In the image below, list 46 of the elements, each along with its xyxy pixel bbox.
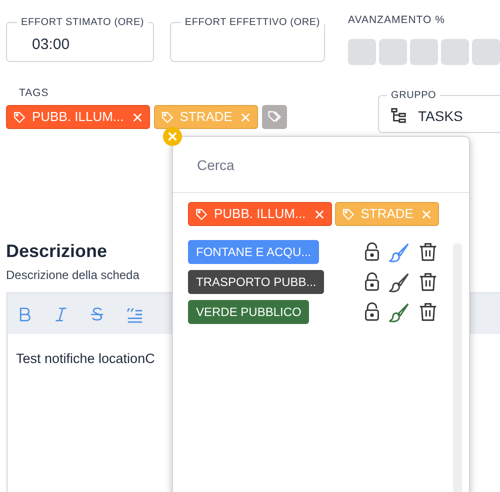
strikethrough-icon[interactable] — [90, 306, 104, 322]
trash-icon[interactable] — [419, 302, 437, 322]
tag-label: PUBB. ILLUM... — [214, 205, 306, 224]
tag-option[interactable]: FONTANE E ACQU... — [188, 240, 320, 264]
group-field[interactable]: GRUPPO TASKS — [378, 88, 500, 133]
tag-icon — [195, 208, 208, 220]
paintbrush-icon[interactable] — [389, 302, 410, 322]
remove-icon[interactable] — [314, 208, 325, 220]
section-subtitle: Descrizione della scheda — [6, 267, 140, 284]
input-field[interactable]: EFFORT STIMATO (ORE) 03:00 — [6, 15, 154, 62]
padlock-icon[interactable] — [364, 302, 380, 322]
progress-label: AVANZAMENTO % — [348, 13, 446, 28]
editor-text: Test notifiche locationC — [16, 351, 155, 366]
tag-option[interactable]: TRASPORTO PUBB... — [188, 270, 324, 294]
bold-icon[interactable] — [18, 306, 32, 322]
input-field[interactable]: EFFORT EFFETTIVO (ORE) — [170, 15, 325, 62]
tag-icon — [13, 110, 26, 124]
field-label: EFFORT STIMATO (ORE) — [20, 16, 146, 30]
tree-icon — [390, 107, 407, 124]
tag-label: PUBB. ILLUM... — [32, 108, 124, 126]
padlock-icon[interactable] — [364, 272, 380, 292]
field-label: GRUPPO — [390, 89, 438, 103]
remove-icon[interactable] — [240, 112, 252, 122]
tag-label: STRADE — [360, 205, 414, 224]
tag-icon — [160, 110, 174, 124]
trash-icon[interactable] — [419, 272, 437, 292]
tag-label: STRADE — [180, 108, 232, 126]
remove-icon[interactable] — [421, 208, 432, 220]
tags-icon — [266, 110, 283, 124]
field-value: 03:00 — [32, 35, 71, 55]
quote-icon[interactable] — [126, 306, 143, 322]
tag-option[interactable]: VERDE PUBBLICO — [188, 300, 310, 324]
trash-icon[interactable] — [419, 242, 437, 262]
field-value: TASKS — [418, 107, 463, 126]
paintbrush-icon[interactable] — [389, 272, 410, 292]
tag-chip[interactable]: PUBB. ILLUM... — [188, 202, 332, 226]
tags-button[interactable] — [262, 105, 288, 129]
remove-icon[interactable] — [132, 112, 143, 122]
remove-icon[interactable] — [163, 127, 182, 146]
tag-chip[interactable]: PUBB. ILLUM... — [6, 105, 150, 129]
tags-label: TAGS — [19, 86, 49, 101]
italic-icon[interactable] — [54, 306, 68, 322]
tag-icon — [342, 208, 355, 220]
padlock-icon[interactable] — [364, 242, 380, 262]
field-label: EFFORT EFFETTIVO (ORE) — [184, 16, 321, 30]
section-title: Descrizione — [6, 240, 108, 263]
